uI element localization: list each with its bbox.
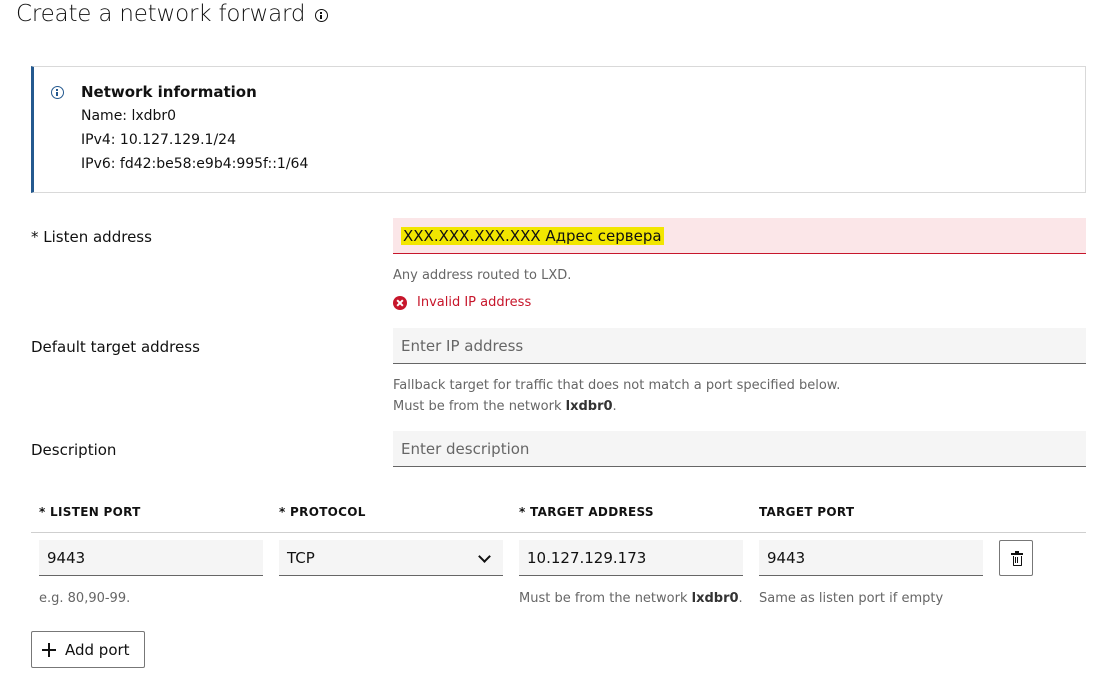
listen-port-value: 9443 — [47, 548, 86, 567]
description-placeholder: Enter description — [401, 439, 530, 458]
network-ipv4: IPv4: 10.127.129.1/24 — [81, 132, 236, 148]
page-title-text: Create a network forward — [16, 1, 306, 27]
listen-port-input[interactable]: 9443 — [39, 540, 263, 576]
header-protocol: * PROTOCOL — [279, 505, 366, 519]
network-name-bold: lxdbr0 — [691, 591, 739, 606]
network-name-bold: lxdbr0 — [565, 399, 613, 414]
default-target-input[interactable]: Enter IP address — [393, 328, 1086, 364]
target-port-value: 9443 — [767, 548, 806, 567]
add-port-label: Add port — [65, 640, 130, 659]
description-label: Description — [31, 441, 117, 459]
listen-address-help: Any address routed to LXD. — [393, 268, 572, 283]
header-target-port: TARGET PORT — [759, 505, 855, 519]
listen-address-value: XXX.XXX.XXX.XXX Адрес сервера — [401, 226, 664, 245]
plus-icon — [42, 642, 56, 657]
page-title: Create a network forward — [16, 1, 329, 27]
notification-title: Network information — [81, 83, 257, 101]
header-listen-port: * LISTEN PORT — [39, 505, 141, 519]
protocol-value: TCP — [287, 548, 315, 567]
network-information-notification: Network information Name: lxdbr0 IPv4: 1… — [31, 66, 1086, 193]
delete-port-button[interactable] — [999, 540, 1033, 576]
listen-address-error: Invalid IP address — [393, 295, 531, 310]
target-port-help: Same as listen port if empty — [759, 591, 944, 606]
info-icon[interactable] — [315, 8, 329, 22]
default-target-help-1: Fallback target for traffic that does no… — [393, 378, 841, 393]
target-address-help: Must be from the network lxdbr0. — [519, 591, 743, 606]
info-icon — [51, 86, 64, 99]
listen-address-input[interactable]: XXX.XXX.XXX.XXX Адрес сервера — [393, 218, 1086, 254]
target-address-input[interactable]: 10.127.129.173 — [519, 540, 743, 576]
protocol-select[interactable]: TCP — [279, 540, 503, 576]
default-target-help-2: Must be from the network lxdbr0. — [393, 399, 617, 414]
add-port-button[interactable]: Add port — [31, 631, 145, 668]
default-target-placeholder: Enter IP address — [401, 336, 524, 355]
target-port-input[interactable]: 9443 — [759, 540, 983, 576]
header-target-address: * TARGET ADDRESS — [519, 505, 654, 519]
network-name: Name: lxdbr0 — [81, 108, 177, 124]
listen-port-help: e.g. 80,90-99. — [39, 591, 131, 606]
default-target-label: Default target address — [31, 338, 200, 356]
trash-icon — [1011, 551, 1023, 566]
error-message: Invalid IP address — [417, 295, 532, 310]
description-input[interactable]: Enter description — [393, 431, 1086, 467]
target-address-value: 10.127.129.173 — [527, 548, 647, 567]
chevron-down-icon — [478, 550, 491, 563]
network-ipv6: IPv6: fd42:be58:e9b4:995f::1/64 — [81, 156, 309, 172]
error-icon — [393, 295, 407, 310]
listen-address-label: * Listen address — [31, 228, 152, 246]
table-header-divider — [31, 532, 1086, 533]
